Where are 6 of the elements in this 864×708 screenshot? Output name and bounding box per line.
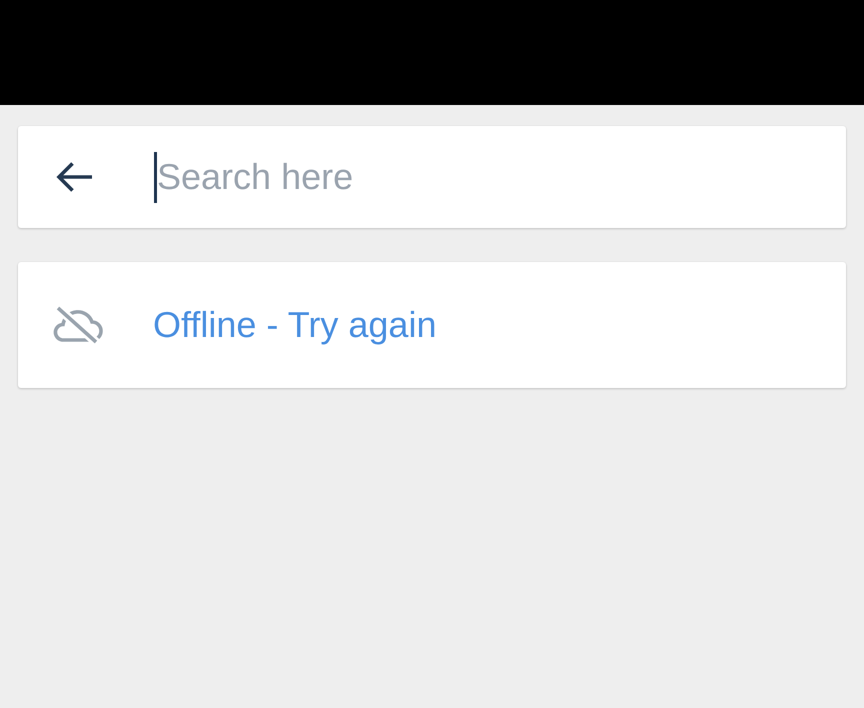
- back-arrow-icon: [55, 161, 93, 193]
- retry-button[interactable]: Offline - Try again: [18, 262, 846, 388]
- cloud-off-icon: [51, 305, 103, 345]
- search-field[interactable]: Search here: [157, 152, 816, 202]
- search-bar[interactable]: Search here: [18, 126, 846, 228]
- back-button[interactable]: [55, 161, 93, 193]
